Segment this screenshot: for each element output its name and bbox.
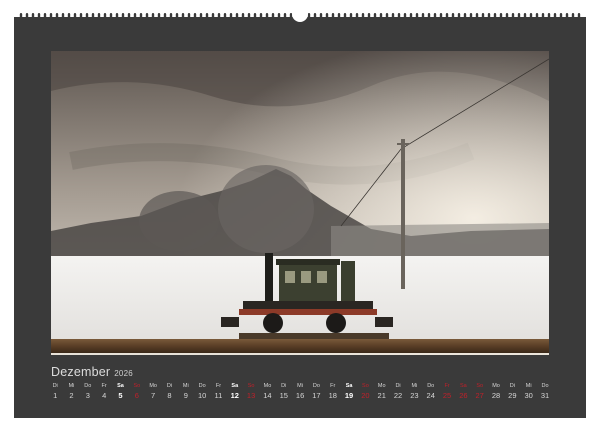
day-cell: Do 24 [423,382,439,406]
weekday-label: Mo [149,383,157,389]
day-cell: Di 8 [161,382,177,406]
day-cell: So 13 [243,382,259,406]
weekday-label: Mi [525,383,532,389]
weekday-label: Di [166,383,173,389]
day-cell: Do 3 [80,382,96,406]
day-number: 8 [167,391,172,400]
day-cell: Sa 19 [341,382,357,406]
day-cell: Mi 16 [292,382,308,406]
weekday-label: Mi [182,383,189,389]
day-cell: Di 29 [504,382,520,406]
day-cell: Do 17 [308,382,324,406]
day-number: 6 [134,391,139,400]
weekday-label: Fr [330,383,336,389]
day-number: 23 [410,391,419,400]
day-number: 30 [524,391,533,400]
day-number: 3 [85,391,90,400]
weekday-label: Sa [117,383,124,389]
month-title: Dezember 2026 [51,365,133,379]
day-cell: Di 1 [47,382,63,406]
day-cell: So 6 [129,382,145,406]
day-number: 25 [442,391,452,400]
day-number: 26 [459,391,468,400]
day-number: 15 [279,391,288,400]
day-number: 7 [151,391,156,400]
weekday-label: So [247,383,255,389]
weekday-label: Fr [215,383,222,389]
day-cell: Do 31 [537,382,553,406]
day-number: 11 [214,391,223,400]
day-cell: Mi 23 [406,382,422,406]
weekday-label: Mi [411,383,418,389]
day-number: 1 [53,391,58,400]
day-cell: Mo 14 [259,382,275,406]
day-cell: Mi 30 [521,382,537,406]
day-cell: Mi 9 [178,382,194,406]
day-number: 29 [508,391,517,400]
day-cell: So 27 [472,382,488,406]
weekday-label: Fr [101,383,107,389]
weekday-label: So [362,383,369,389]
weekday-label: Mi [297,383,303,389]
weekday-label: Do [198,383,206,389]
day-strip: Di 1 Mi 2 Do 3 Fr 4 Sa 5 So 6 Mo 7 Di 8 Mi 9 Do 10 Fr 11 Sa 12 S… [47,382,553,406]
day-number: 20 [361,391,370,400]
day-number: 24 [426,391,435,400]
weekday-label: Di [52,383,58,389]
day-cell: Sa 12 [227,382,243,406]
day-cell: Fr 18 [325,382,341,406]
weekday-label: Do [312,383,320,389]
day-cell: Sa 5 [112,382,128,406]
day-cell: Fr 4 [96,382,112,406]
day-cell: Sa 26 [455,382,471,406]
day-number: 12 [230,391,239,400]
weekday-label: Di [281,383,287,389]
day-number: 9 [183,391,188,400]
year-label: 2026 [114,369,133,378]
day-number: 27 [475,391,484,400]
day-number: 5 [118,391,123,400]
steam-locomotive-photo [51,51,549,355]
day-number: 2 [69,391,74,400]
weekday-label: Sa [345,383,353,389]
weekday-label: Sa [231,383,239,389]
month-name: Dezember [51,365,111,379]
weekday-label: Mo [377,383,386,389]
weekday-label: Mo [492,383,500,389]
weekday-label: Do [427,383,435,389]
day-cell: Fr 25 [439,382,455,406]
day-cell: Do 10 [194,382,210,406]
weekday-label: So [476,383,484,389]
day-number: 19 [344,391,354,400]
day-number: 21 [377,391,386,400]
day-number: 14 [263,391,272,400]
weekday-label: Sa [460,383,467,389]
day-number: 13 [246,391,256,400]
day-cell: Mi 2 [63,382,79,406]
day-number: 18 [328,391,337,400]
weekday-label: Fr [444,383,450,389]
day-number: 31 [540,391,550,400]
weekday-label: Mo [263,383,272,389]
day-cell: Di 22 [390,382,406,406]
weekday-label: So [133,383,141,389]
day-number: 10 [197,391,207,400]
day-cell: Mo 7 [145,382,161,406]
weekday-label: Di [509,383,515,389]
weekday-label: Do [84,383,92,389]
day-cell: Fr 11 [210,382,226,406]
day-number: 22 [393,391,403,400]
weekday-label: Do [541,383,549,389]
day-cell: Mo 28 [488,382,504,406]
day-cell: So 20 [357,382,373,406]
weekday-label: Di [395,383,401,389]
day-number: 4 [102,391,107,400]
day-cell: Mo 21 [374,382,390,406]
weekday-label: Mi [68,383,75,389]
calendar-photo [51,51,549,355]
day-number: 17 [312,391,321,400]
day-cell: Di 15 [276,382,292,406]
day-number: 28 [491,391,501,400]
day-number: 16 [295,391,305,400]
